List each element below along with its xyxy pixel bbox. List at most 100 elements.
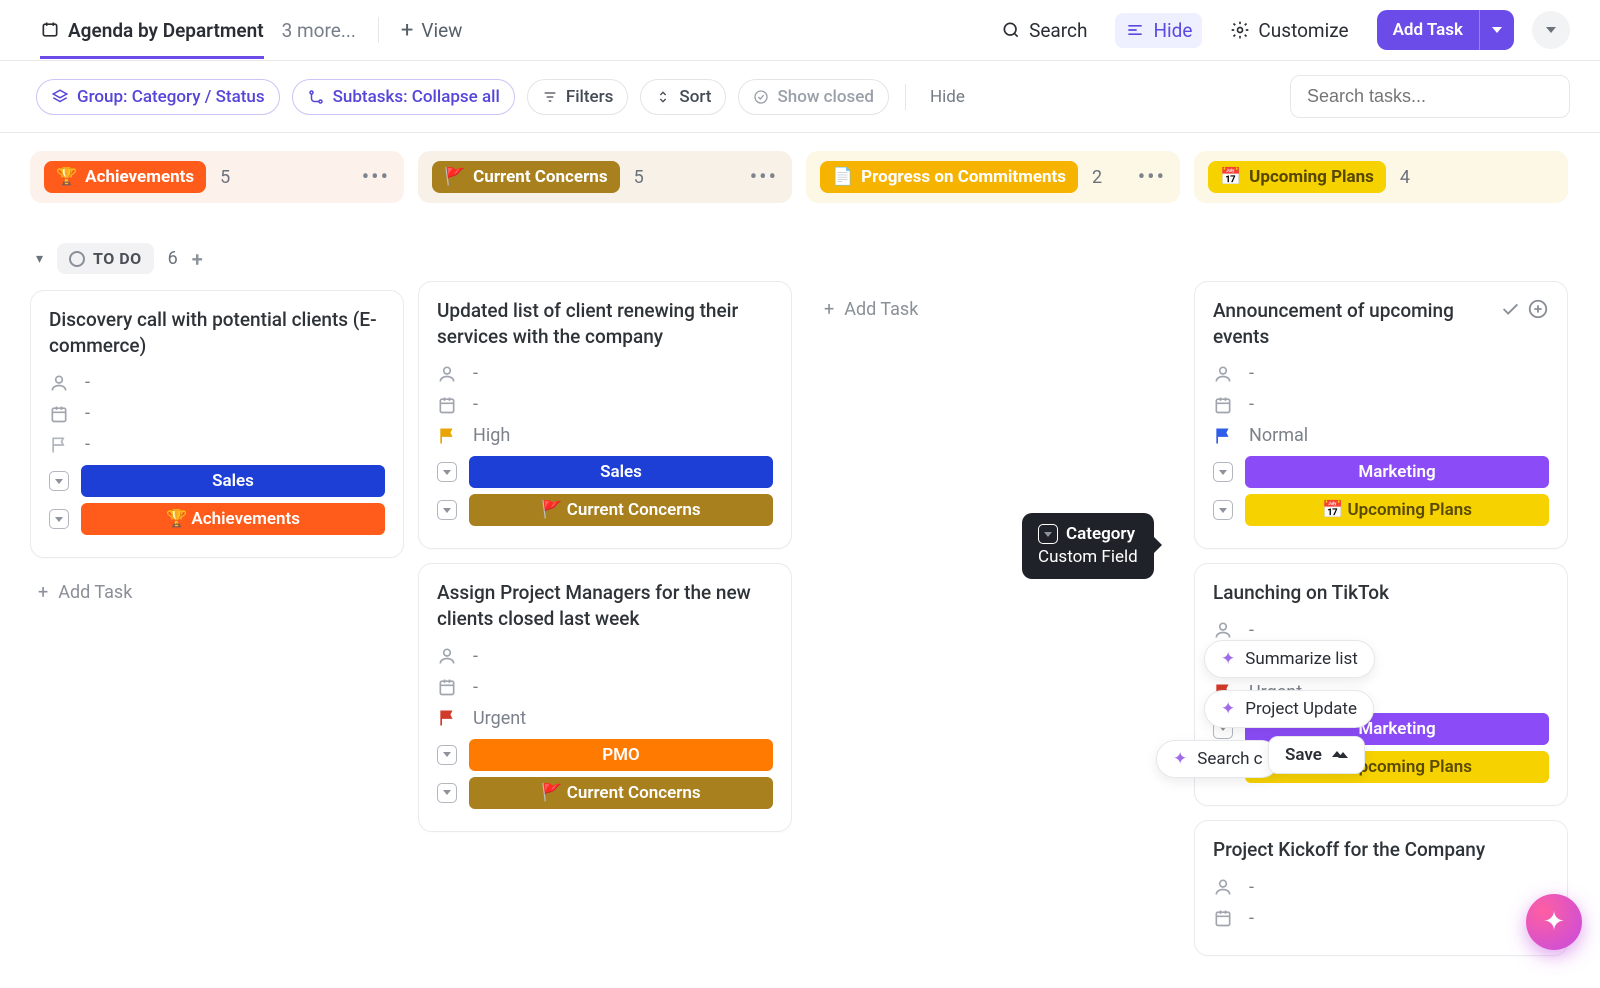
dropdown-icon[interactable] xyxy=(49,471,69,491)
search-button[interactable]: Search xyxy=(991,13,1097,48)
status-chip[interactable]: TO DO xyxy=(57,243,154,274)
customize-label: Customize xyxy=(1258,19,1348,42)
tag-row: PMO xyxy=(437,739,773,771)
assignee-row[interactable]: - xyxy=(1213,620,1549,641)
column-badge: 🏆Achievements xyxy=(44,161,206,193)
tab-agenda-by-department[interactable]: Agenda by Department xyxy=(40,13,264,59)
show-closed-label: Show closed xyxy=(777,87,874,107)
separator xyxy=(905,84,906,110)
add-icon[interactable] xyxy=(1527,298,1549,320)
sort-pill[interactable]: Sort xyxy=(640,79,726,115)
tag[interactable]: 🚩 Current Concerns xyxy=(469,777,773,809)
person-icon xyxy=(1213,877,1233,897)
add-task-link[interactable]: +Add Task xyxy=(30,572,404,613)
search-input[interactable] xyxy=(1290,75,1570,118)
column-header[interactable]: 🚩Current Concerns5••• xyxy=(418,151,792,203)
priority-row[interactable]: Normal xyxy=(1213,425,1549,446)
tag[interactable]: Sales xyxy=(469,456,773,488)
card-title: Updated list of client renewing their se… xyxy=(437,298,773,349)
task-card[interactable]: Assign Project Managers for the new clie… xyxy=(418,563,792,831)
task-card[interactable]: Discovery call with potential clients (E… xyxy=(30,290,404,558)
tag[interactable]: Sales xyxy=(81,465,385,497)
date-row[interactable]: - xyxy=(49,403,385,424)
assignee-row[interactable]: - xyxy=(49,372,385,393)
assignee-value: - xyxy=(85,372,90,393)
assignee-value: - xyxy=(1249,363,1254,384)
add-task-dropdown[interactable] xyxy=(1479,10,1514,50)
assignee-row[interactable]: - xyxy=(1213,877,1549,898)
column-more-button[interactable]: ••• xyxy=(362,165,390,190)
dropdown-icon[interactable] xyxy=(437,500,457,520)
hide-icon xyxy=(1125,20,1145,40)
board-column: 🏆Achievements5••• ▾TO DO6+ Discovery call … xyxy=(30,151,404,613)
assignee-row[interactable]: - xyxy=(1213,363,1549,384)
subtasks-pill[interactable]: Subtasks: Collapse all xyxy=(292,79,515,115)
task-card[interactable]: Announcement of upcoming events--NormalM… xyxy=(1194,281,1568,549)
sparkle-icon: ✦ xyxy=(1173,749,1187,769)
priority-row[interactable]: High xyxy=(437,425,773,446)
hide-link[interactable]: Hide xyxy=(922,87,973,107)
column-header[interactable]: 🏆Achievements5••• xyxy=(30,151,404,203)
ai-project-update-chip[interactable]: ✦ Project Update xyxy=(1204,690,1374,728)
dropdown-icon[interactable] xyxy=(1213,462,1233,482)
sort-icon xyxy=(655,89,671,105)
badge-emoji: 🏆 xyxy=(56,167,77,187)
tag[interactable]: 🏆 Achievements xyxy=(81,503,385,535)
column-more-button[interactable]: ••• xyxy=(750,165,778,190)
tag[interactable]: 📅 Upcoming Plans xyxy=(1245,494,1549,526)
filter-icon xyxy=(542,89,558,105)
tag-row: 🏆 Achievements xyxy=(49,503,385,535)
task-card[interactable]: Project Kickoff for the Company - - xyxy=(1194,820,1568,956)
check-icon[interactable] xyxy=(1499,298,1521,320)
column-header[interactable]: 📄Progress on Commitments2••• xyxy=(806,151,1180,203)
calendar-icon xyxy=(1213,395,1233,415)
add-task-label: Add Task xyxy=(1377,10,1479,50)
add-task-button[interactable]: Add Task xyxy=(1377,10,1514,50)
save-button[interactable]: Save xyxy=(1268,736,1365,774)
dropdown-icon[interactable] xyxy=(437,783,457,803)
badge-emoji: 📅 xyxy=(1220,167,1241,187)
ai-fab-button[interactable]: ✦ xyxy=(1526,894,1582,950)
plus-icon: + xyxy=(824,299,834,320)
show-closed-pill[interactable]: Show closed xyxy=(738,79,889,115)
tag[interactable]: Marketing xyxy=(1245,456,1549,488)
date-row[interactable]: - xyxy=(1213,908,1549,929)
add-status-button[interactable]: + xyxy=(192,247,203,271)
tag[interactable]: 🚩 Current Concerns xyxy=(469,494,773,526)
flag-icon xyxy=(1213,426,1233,446)
overflow-menu-button[interactable] xyxy=(1532,11,1570,49)
ai-search-label: Search c xyxy=(1197,749,1262,769)
ai-search-chip[interactable]: ✦ Search c xyxy=(1156,740,1280,778)
column-count: 4 xyxy=(1400,167,1410,188)
add-task-link[interactable]: +Add Task xyxy=(806,281,1180,338)
column-header[interactable]: 📅Upcoming Plans4 xyxy=(1194,151,1568,203)
card-title: Launching on TikTok xyxy=(1213,580,1549,606)
assignee-row[interactable]: - xyxy=(437,363,773,384)
column-more-button[interactable]: ••• xyxy=(1138,165,1166,190)
chevron-down-icon xyxy=(1546,27,1556,33)
date-row[interactable]: - xyxy=(437,394,773,415)
date-row[interactable]: - xyxy=(437,677,773,698)
kanban-board: 🏆Achievements5••• ▾TO DO6+ Discovery call … xyxy=(0,133,1600,988)
group-pill[interactable]: Group: Category / Status xyxy=(36,79,280,115)
assignee-row[interactable]: - xyxy=(437,646,773,667)
task-card[interactable]: Updated list of client renewing their se… xyxy=(418,281,792,549)
ai-summarize-chip[interactable]: ✦ Summarize list xyxy=(1204,640,1375,678)
dropdown-icon[interactable] xyxy=(49,509,69,529)
priority-label: Normal xyxy=(1249,425,1308,446)
view-name: Agenda by Department xyxy=(68,19,264,42)
card-title: Project Kickoff for the Company xyxy=(1213,837,1549,863)
date-row[interactable]: - xyxy=(1213,394,1549,415)
filters-pill[interactable]: Filters xyxy=(527,79,629,115)
more-views-link[interactable]: 3 more... xyxy=(282,19,356,42)
priority-row[interactable]: Urgent xyxy=(437,708,773,729)
priority-row[interactable]: - xyxy=(49,434,385,455)
dropdown-icon[interactable] xyxy=(1213,500,1233,520)
customize-button[interactable]: Customize xyxy=(1220,13,1358,48)
add-view-button[interactable]: + View xyxy=(401,18,463,43)
hide-button[interactable]: Hide xyxy=(1115,13,1202,48)
status-group-header[interactable]: ▾TO DO6+ xyxy=(36,243,404,274)
dropdown-icon[interactable] xyxy=(437,745,457,765)
dropdown-icon[interactable] xyxy=(437,462,457,482)
tag[interactable]: PMO xyxy=(469,739,773,771)
